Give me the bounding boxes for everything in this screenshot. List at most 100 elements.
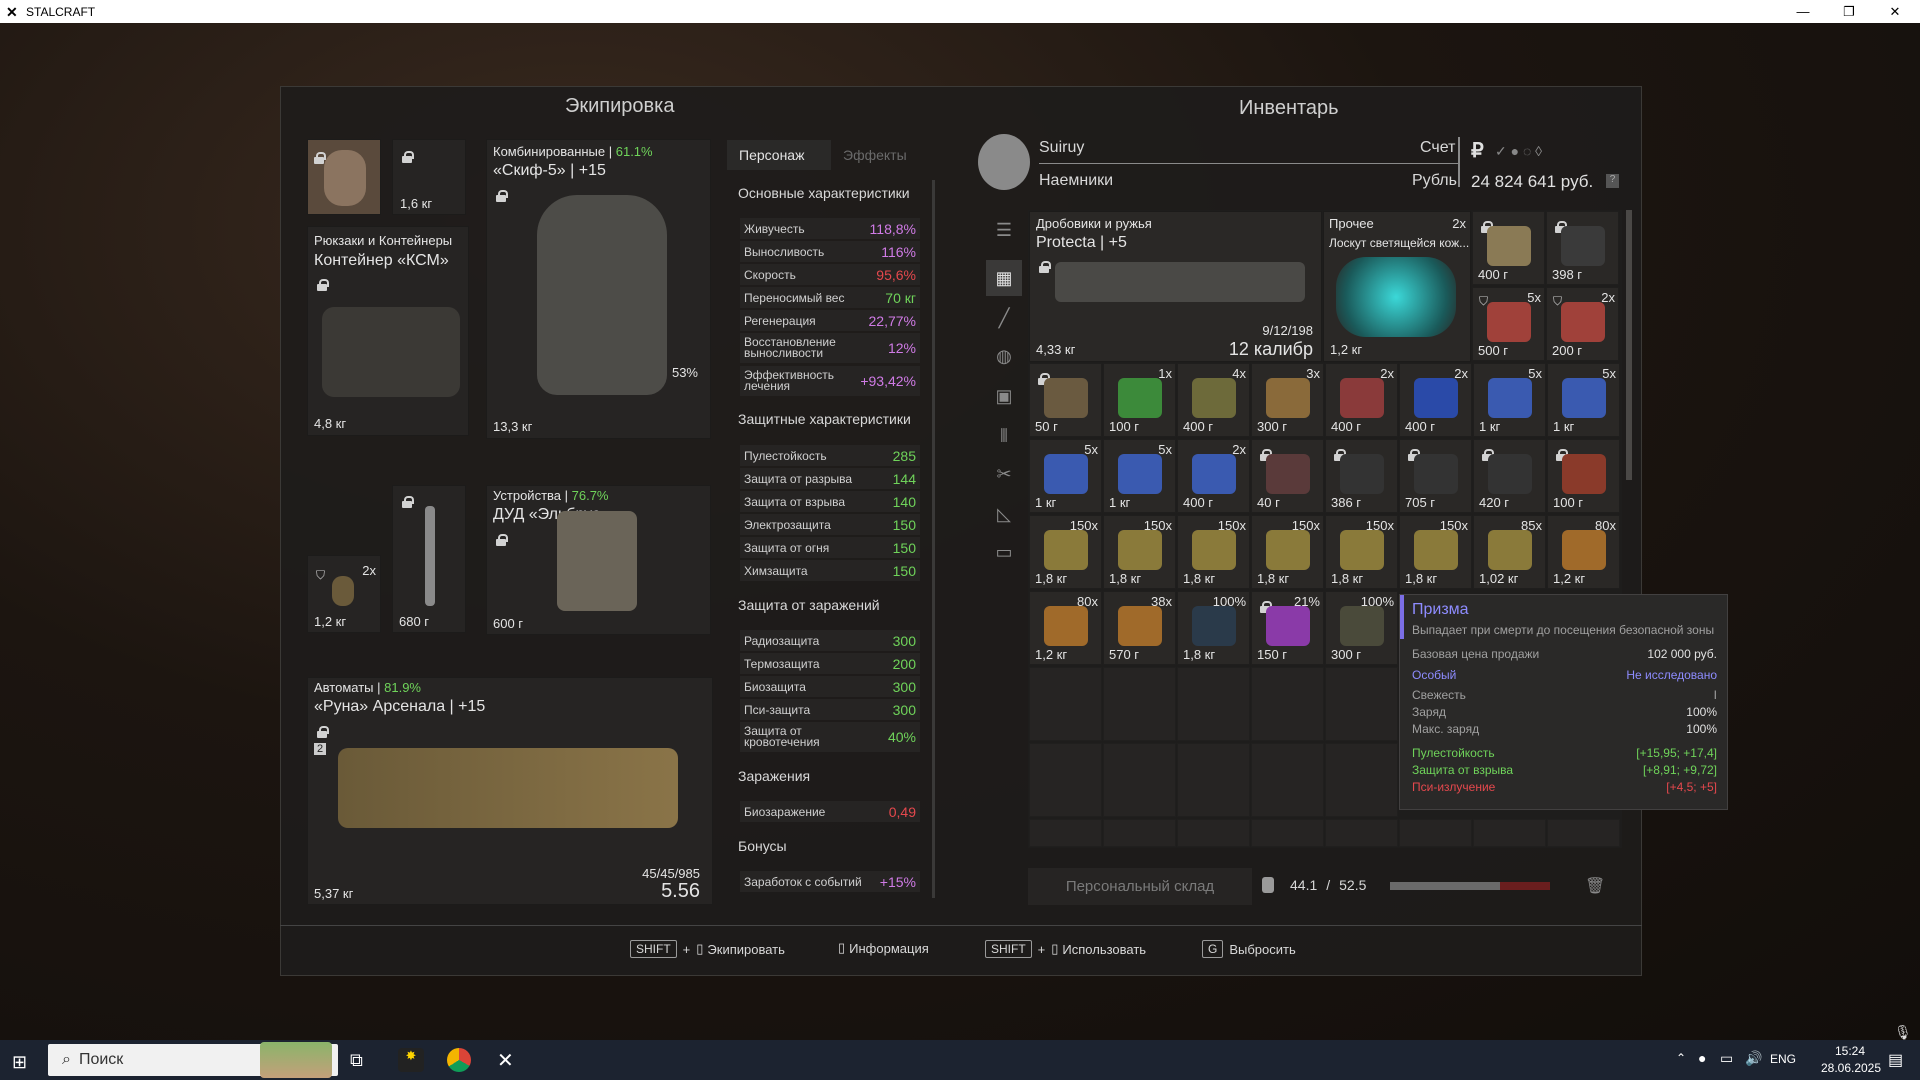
empty-slot[interactable] bbox=[1325, 667, 1398, 741]
clock-time[interactable]: 15:24 bbox=[1820, 1044, 1880, 1058]
mic-tray-icon[interactable]: ● bbox=[1698, 1050, 1706, 1066]
inventory-item[interactable]: 80x 1,2 кг bbox=[1547, 515, 1620, 589]
inventory-item[interactable]: 4x 400 г bbox=[1177, 363, 1250, 437]
inventory-item[interactable]: 150x 1,8 кг bbox=[1177, 515, 1250, 589]
empty-slot[interactable] bbox=[1177, 667, 1250, 741]
tray-chevron-icon[interactable]: ⌃ bbox=[1676, 1051, 1686, 1065]
language-indicator[interactable]: ENG bbox=[1770, 1052, 1796, 1066]
inventory-item[interactable]: 5x 1 кг bbox=[1547, 363, 1620, 437]
glowing-skin-slot[interactable]: Прочее 2x Лоскут светящейся кож... 1,2 к… bbox=[1323, 211, 1471, 362]
container-icon[interactable]: ▣ bbox=[986, 378, 1022, 414]
inventory-item[interactable]: 150x 1,8 кг bbox=[1399, 515, 1472, 589]
inventory-item[interactable]: 705 г bbox=[1399, 439, 1472, 513]
backpack-slot[interactable]: Рюкзаки и Контейнеры Контейнер «КСМ» 4,8… bbox=[307, 226, 469, 436]
armor-slot[interactable]: Комбинированные | 61.1% «Скиф-5» | +15 5… bbox=[486, 139, 711, 439]
trash-icon[interactable]: 🗑 bbox=[1585, 876, 1605, 896]
headgear-slot[interactable]: 1,6 кг bbox=[392, 139, 466, 215]
empty-slot[interactable] bbox=[1251, 667, 1324, 741]
inventory-item[interactable]: 100% 300 г bbox=[1325, 591, 1398, 665]
shotgun-slot[interactable]: Дробовики и ружья Protecta | +5 9/12/198… bbox=[1029, 211, 1322, 362]
box-icon[interactable]: ▭ bbox=[986, 534, 1022, 570]
inventory-item[interactable]: 3x 300 г bbox=[1251, 363, 1324, 437]
inventory-item[interactable]: 2x 400 г bbox=[1177, 439, 1250, 513]
grenade-slot[interactable]: ⛉ 2x 1,2 кг bbox=[307, 555, 381, 633]
ruble-icon[interactable]: ₽ bbox=[1471, 138, 1484, 163]
volume-icon[interactable]: 🔊 bbox=[1745, 1050, 1762, 1067]
empty-slot[interactable] bbox=[1325, 743, 1398, 817]
inventory-item[interactable]: 5x 1 кг bbox=[1103, 439, 1176, 513]
windows-start-icon[interactable]: ⊞ bbox=[12, 1052, 27, 1073]
empty-slot[interactable] bbox=[1251, 743, 1324, 817]
rifle-slot[interactable]: Автоматы | 81.9% «Руна» Арсенала | +15 2… bbox=[307, 677, 713, 905]
minimize-button[interactable]: — bbox=[1780, 0, 1826, 23]
inventory-item[interactable]: 100% 1,8 кг bbox=[1177, 591, 1250, 665]
inventory-item[interactable]: 50 г bbox=[1029, 363, 1102, 437]
inventory-item[interactable]: 2x 400 г bbox=[1399, 363, 1472, 437]
empty-slot[interactable] bbox=[1399, 819, 1472, 847]
empty-slot[interactable] bbox=[1251, 819, 1324, 847]
inventory-item[interactable]: 80x 1,2 кг bbox=[1029, 591, 1102, 665]
tools-icon[interactable]: ✂ bbox=[986, 456, 1022, 492]
empty-slot[interactable] bbox=[1177, 743, 1250, 817]
inventory-item[interactable]: ⛉ 5x 500 г bbox=[1472, 287, 1545, 361]
empty-slot[interactable] bbox=[1177, 819, 1250, 847]
chrome-icon[interactable] bbox=[447, 1048, 471, 1072]
inventory-item[interactable]: 398 г bbox=[1546, 211, 1619, 285]
inventory-item[interactable]: 150x 1,8 кг bbox=[1029, 515, 1102, 589]
empty-slot[interactable] bbox=[1029, 667, 1102, 741]
notification-icon[interactable]: ▤ bbox=[1888, 1050, 1903, 1070]
inventory-item[interactable]: 40 г bbox=[1251, 439, 1324, 513]
inventory-item[interactable]: 100 г bbox=[1547, 439, 1620, 513]
empty-slot[interactable] bbox=[1325, 819, 1398, 847]
inventory-item[interactable]: 386 г bbox=[1325, 439, 1398, 513]
inventory-item[interactable]: 400 г bbox=[1472, 211, 1545, 285]
grid-icon[interactable]: ▦ bbox=[986, 260, 1022, 296]
empty-slot[interactable] bbox=[1547, 819, 1620, 847]
inventory-item[interactable]: 5x 1 кг bbox=[1029, 439, 1102, 513]
knife-slot[interactable]: 680 г bbox=[392, 485, 466, 633]
microphone-icon[interactable]: 🎙 bbox=[1894, 1024, 1912, 1041]
stats-scrollbar[interactable] bbox=[932, 180, 935, 898]
help-icon[interactable]: ? bbox=[1606, 174, 1619, 188]
inventory-item[interactable]: 150x 1,8 кг bbox=[1103, 515, 1176, 589]
rifle-icon[interactable]: ╱ bbox=[986, 300, 1022, 336]
empty-slot[interactable] bbox=[1473, 819, 1546, 847]
inventory-item[interactable]: 420 г bbox=[1473, 439, 1546, 513]
inventory-item[interactable]: 38x 570 г bbox=[1103, 591, 1176, 665]
misc-icon[interactable]: ◺ bbox=[986, 496, 1022, 532]
clock-date[interactable]: 28.06.2025 bbox=[1816, 1061, 1886, 1075]
empty-slot[interactable] bbox=[1029, 743, 1102, 817]
device-slot[interactable]: Устройства | 76.7% ДУД «Эльбрус» 600 г bbox=[486, 485, 711, 635]
inventory-item[interactable]: 150x 1,8 кг bbox=[1251, 515, 1324, 589]
tab-effects[interactable]: Эффекты bbox=[831, 140, 935, 170]
close-button[interactable]: ✕ bbox=[1872, 0, 1918, 23]
portrait-slot[interactable] bbox=[307, 139, 381, 215]
maximize-button[interactable]: ❐ bbox=[1826, 0, 1872, 23]
inventory-item[interactable]: 1x 100 г bbox=[1103, 363, 1176, 437]
tab-character[interactable]: Персонаж bbox=[727, 140, 831, 170]
inventory-item[interactable]: 5x 1 кг bbox=[1473, 363, 1546, 437]
stat-row: Регенерация 22,77% bbox=[740, 310, 920, 331]
ammo-icon[interactable]: ⦀ bbox=[986, 418, 1022, 454]
inventory-title: Инвентарь bbox=[1239, 97, 1339, 119]
empty-slot[interactable] bbox=[1103, 819, 1176, 847]
empty-slot[interactable] bbox=[1029, 819, 1102, 847]
inventory-item[interactable]: 21% 150 г bbox=[1251, 591, 1324, 665]
inventory-item[interactable]: 150x 1,8 кг bbox=[1325, 515, 1398, 589]
empty-slot[interactable] bbox=[1103, 743, 1176, 817]
inventory-scrollbar[interactable] bbox=[1626, 210, 1632, 480]
item-count: 5x bbox=[1158, 442, 1172, 457]
armor-icon[interactable]: ◍ bbox=[986, 338, 1022, 374]
inventory-item[interactable]: 85x 1,02 кг bbox=[1473, 515, 1546, 589]
inventory-item[interactable]: 2x 400 г bbox=[1325, 363, 1398, 437]
sort-icon[interactable]: ☰ bbox=[986, 212, 1022, 248]
inventory-item[interactable]: ⛉ 2x 200 г bbox=[1546, 287, 1619, 361]
empty-slot[interactable] bbox=[1103, 667, 1176, 741]
personal-storage-button[interactable]: Персональный склад bbox=[1028, 868, 1252, 905]
currency-icons[interactable]: ✓ ● ◌ ◊ bbox=[1495, 143, 1565, 161]
task-view-icon[interactable]: ⧉ bbox=[350, 1050, 363, 1071]
stalcraft-taskbar-icon[interactable]: ✕ bbox=[497, 1048, 514, 1073]
app-icon[interactable]: ✸ bbox=[398, 1048, 424, 1072]
network-icon[interactable]: ▭ bbox=[1720, 1050, 1733, 1067]
backpack-image bbox=[322, 307, 460, 397]
